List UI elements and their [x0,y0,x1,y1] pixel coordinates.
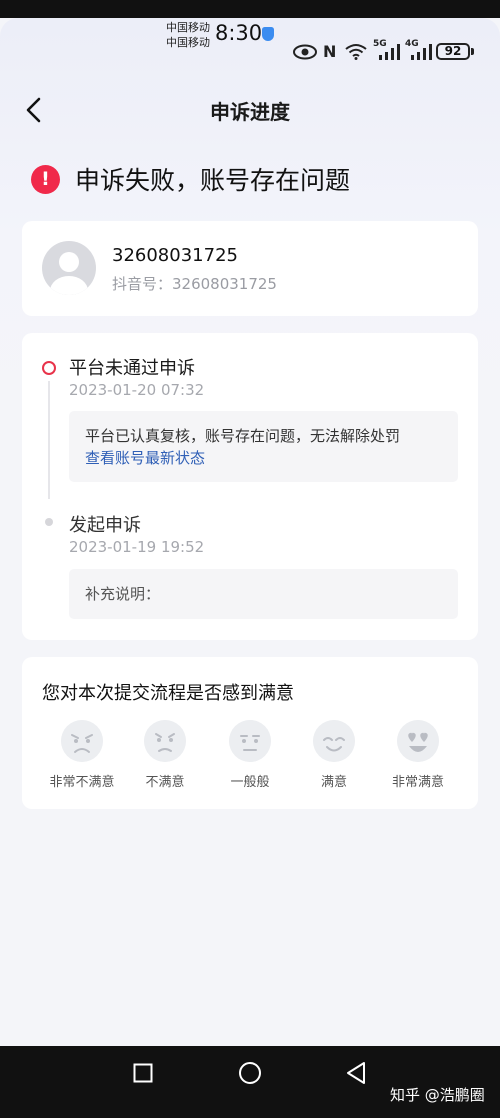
nfc-icon: N [323,42,337,61]
avatar-head [59,252,79,272]
survey-option-label: 非常满意 [391,775,444,790]
account-card: 32608031725 抖音号：32608031725 [22,221,478,316]
shield-icon [262,27,274,41]
avatar [42,241,96,295]
douyin-id: 抖音号：32608031725 [112,275,277,293]
signal-4g-icon [411,44,432,60]
step-note: 平台已认真复核，账号存在问题，无法解除处罚 查看账号最新状态 [69,411,458,482]
carrier-line-1: 中国移动 [166,21,210,34]
step-time: 2023-01-20 07:32 [69,381,205,399]
avatar-body [50,276,88,295]
survey-title: 您对本次提交流程是否感到满意 [42,683,294,704]
account-uid: 32608031725 [112,245,238,266]
supplementary-note-label: 补充说明： [85,585,161,603]
carrier-line-2: 中国移动 [166,36,210,49]
watermark: 知乎 @浩鹏圈 [390,1086,485,1104]
very-unsatisfied-face-icon[interactable] [61,720,103,762]
step-note-text: 平台已认真复核，账号存在问题，无法解除处罚 [85,427,401,445]
step-title: 发起申诉 [69,515,141,536]
survey-option-label: 一般般 [230,775,270,790]
back-triangle-icon[interactable] [345,1061,367,1085]
home-circle-icon[interactable] [238,1061,262,1085]
survey-option-label: 非常不满意 [49,775,115,790]
battery-icon: 92 [436,43,470,60]
satisfaction-card: 您对本次提交流程是否感到满意 非常不满意 不满意 一般般 满意 非常满意 [22,657,478,809]
page-title: 申诉进度 [210,100,290,124]
battery-tip [471,48,474,55]
very-satisfied-face-icon[interactable] [397,720,439,762]
carrier-label: 中国移动 中国移动 [166,20,210,50]
satisfied-face-icon[interactable] [313,720,355,762]
status-time: 8:30 [215,21,263,45]
signal-5g-icon [379,44,400,60]
step-note: 补充说明： [69,569,458,619]
eye-icon [293,44,317,60]
step-title: 平台未通过申诉 [69,358,195,379]
wifi-icon [345,44,367,60]
survey-option-label: 不满意 [145,775,185,790]
unsatisfied-face-icon[interactable] [144,720,186,762]
view-account-status-link[interactable]: 查看账号最新状态 [85,447,205,468]
recents-square-icon[interactable] [133,1063,153,1083]
progress-card: 平台未通过申诉 2023-01-20 07:32 平台已认真复核，账号存在问题，… [22,333,478,640]
timeline-line [48,381,50,499]
appeal-result-text: 申诉失败，账号存在问题 [75,166,351,195]
step-time: 2023-01-19 19:52 [69,538,205,556]
neutral-face-icon[interactable] [229,720,271,762]
timeline-dot-current [42,361,56,375]
timeline-dot-past [45,518,53,526]
survey-option-label: 满意 [320,775,347,790]
alert-icon: ! [31,165,60,194]
top-bezel [0,0,500,18]
